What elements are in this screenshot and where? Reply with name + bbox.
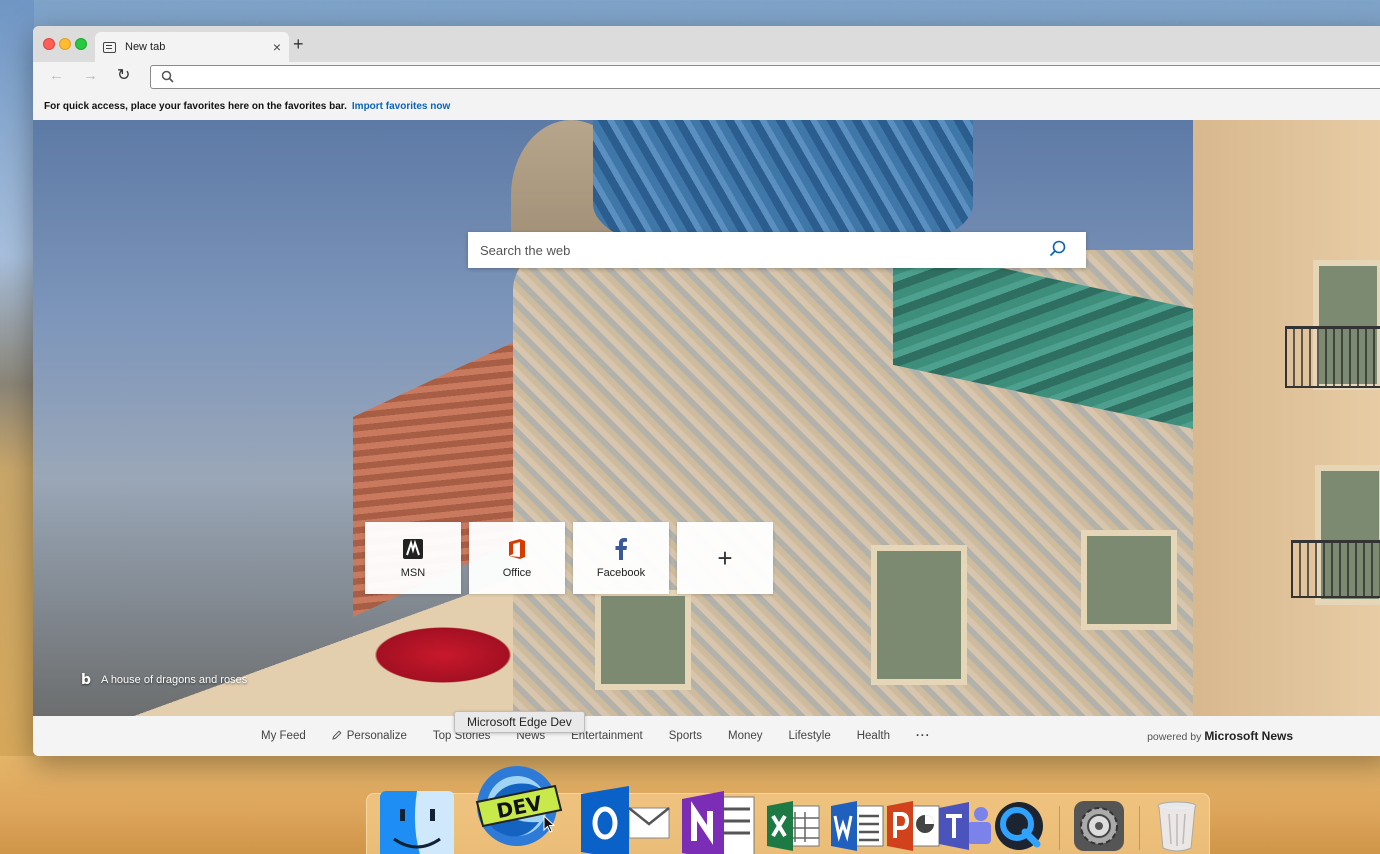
dock-separator (1139, 806, 1140, 850)
web-search-placeholder: Search the web (480, 242, 571, 258)
quicktime-icon (995, 802, 1043, 850)
news-tab-sports[interactable]: Sports (669, 730, 702, 742)
back-button[interactable]: ← (49, 67, 64, 85)
search-icon (161, 70, 174, 88)
news-navigation-bar: My Feed Personalize Top Stories News Ent… (33, 716, 1380, 756)
quick-link-msn[interactable]: MSN (365, 522, 461, 594)
mouse-cursor-icon (543, 814, 556, 836)
add-quick-link-button[interactable]: + (677, 522, 773, 594)
powered-by: powered by Microsoft News (1147, 729, 1293, 743)
dock-app-outlook[interactable] (575, 786, 675, 854)
dock-separator (1059, 806, 1060, 850)
more-options-icon[interactable]: ··· (916, 730, 931, 742)
new-tab-button[interactable]: + (293, 35, 304, 53)
navigation-toolbar: ← → ↻ (33, 62, 1380, 92)
background-photo-window (595, 590, 691, 690)
dock-app-finder[interactable] (377, 791, 457, 854)
dock-app-trash[interactable] (1149, 796, 1205, 854)
dock-app-powerpoint[interactable] (883, 796, 943, 854)
favorites-bar: For quick access, place your favorites h… (33, 92, 1380, 121)
microsoft-news-brand[interactable]: Microsoft News (1204, 729, 1293, 743)
news-tab-lifestyle[interactable]: Lifestyle (789, 730, 831, 742)
image-caption-text: A house of dragons and roses (101, 674, 248, 686)
office-icon (507, 537, 527, 561)
quick-link-label: MSN (400, 567, 426, 579)
reload-button[interactable]: ↻ (117, 67, 130, 85)
news-tab-label: Personalize (346, 730, 407, 742)
dock-app-quicktime[interactable] (991, 796, 1047, 854)
quick-links: MSN Office Facebook + (365, 522, 773, 594)
powerpoint-icon (887, 801, 940, 851)
tab-strip: New tab × + (33, 26, 1380, 62)
outlook-icon (581, 786, 670, 854)
tab-title: New tab (125, 41, 166, 53)
bing-icon: b (81, 672, 92, 688)
dock-app-word[interactable] (827, 796, 887, 854)
quick-link-label: Facebook (596, 567, 646, 579)
background-photo-balcony (1291, 540, 1380, 598)
background-photo-window (1081, 530, 1177, 630)
quick-link-label: Office (502, 567, 532, 579)
quick-link-office[interactable]: Office (469, 522, 565, 594)
favorites-bar-hint: For quick access, place your favorites h… (44, 100, 347, 112)
address-bar[interactable] (150, 65, 1380, 89)
zoom-window-button[interactable] (75, 38, 87, 50)
news-tab-money[interactable]: Money (728, 730, 763, 742)
quick-link-facebook[interactable]: Facebook (573, 522, 669, 594)
powered-by-prefix: powered by (1147, 731, 1202, 743)
news-tab-personalize[interactable]: Personalize (332, 729, 407, 743)
minimize-window-button[interactable] (59, 38, 71, 50)
excel-icon (767, 801, 820, 851)
desktop-wallpaper (0, 0, 34, 854)
search-icon[interactable] (1049, 240, 1066, 260)
web-search-box[interactable]: Search the web (468, 232, 1086, 268)
new-tab-page-background: Search the web MSN Office Facebook + b A… (33, 120, 1380, 716)
system-preferences-icon (1074, 801, 1124, 851)
word-icon (831, 801, 884, 851)
dock-tooltip: Microsoft Edge Dev (454, 711, 585, 733)
news-tab-health[interactable]: Health (857, 730, 890, 742)
teams-icon (939, 802, 991, 850)
image-caption[interactable]: b A house of dragons and roses (81, 672, 247, 688)
background-photo-window (871, 545, 967, 685)
dock: DEV (366, 766, 1210, 854)
plus-icon: + (717, 542, 733, 573)
dock-app-system-preferences[interactable] (1069, 796, 1129, 854)
news-tab-my-feed[interactable]: My Feed (261, 730, 306, 742)
close-window-button[interactable] (43, 38, 55, 50)
news-tabs: My Feed Personalize Top Stories News Ent… (261, 716, 956, 756)
pencil-icon (332, 729, 342, 743)
dock-app-teams[interactable] (935, 796, 995, 854)
msn-icon (402, 537, 424, 561)
tab-new-tab[interactable]: New tab × (95, 32, 289, 62)
onenote-icon (682, 791, 755, 854)
newtab-page-icon (103, 41, 116, 53)
dock-app-edge-dev[interactable]: DEV (467, 754, 567, 854)
import-favorites-link[interactable]: Import favorites now (352, 101, 450, 112)
background-photo-balcony (1285, 326, 1380, 388)
dock-app-onenote[interactable] (679, 791, 759, 854)
finder-icon (380, 791, 454, 854)
background-photo-building (1193, 120, 1380, 716)
tab-close-icon[interactable]: × (273, 40, 281, 54)
forward-button[interactable]: → (83, 67, 98, 85)
facebook-icon (614, 537, 628, 561)
trash-icon (1157, 801, 1197, 852)
dock-app-excel[interactable] (763, 796, 823, 854)
edge-dev-icon: DEV (475, 766, 563, 846)
browser-window: New tab × + ← → ↻ For quick access, plac… (33, 26, 1380, 756)
